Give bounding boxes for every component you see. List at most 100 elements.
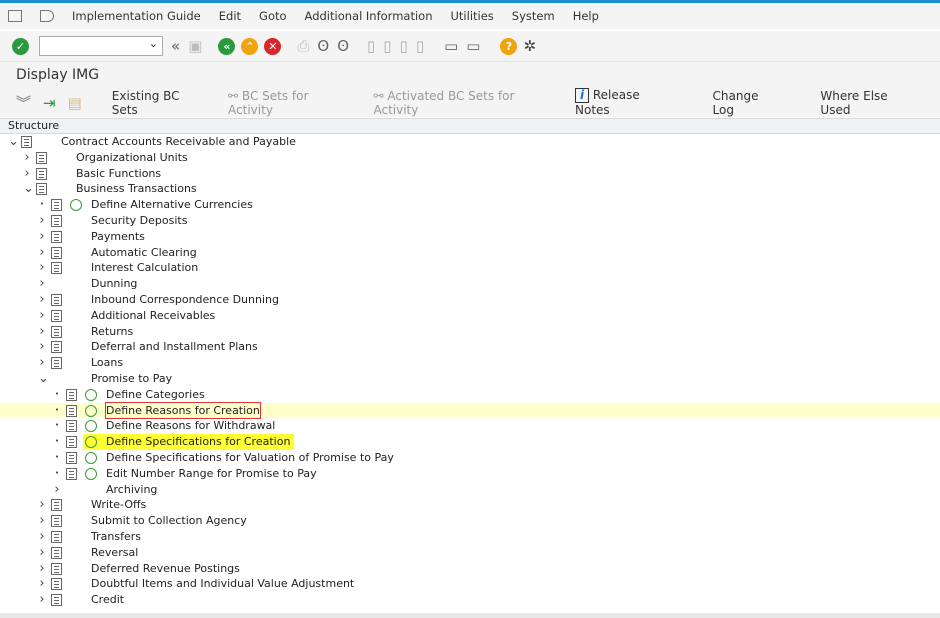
tree-node-label[interactable]: Promise to Pay bbox=[91, 371, 172, 387]
menu-goto[interactable]: Goto bbox=[259, 9, 287, 23]
tree-node-label[interactable]: Loans bbox=[91, 355, 123, 371]
tree-node-label[interactable]: Credit bbox=[91, 592, 124, 608]
execute-activity-clock-icon[interactable] bbox=[85, 467, 97, 480]
tree-node[interactable]: › Loans bbox=[0, 355, 940, 371]
tree-node[interactable]: › Dunning bbox=[0, 276, 940, 292]
tree-node[interactable]: • Define Alternative Currencies bbox=[0, 197, 940, 213]
tree-node[interactable]: › Organizational Units bbox=[0, 150, 940, 166]
tree-node[interactable]: › Basic Functions bbox=[0, 166, 940, 182]
expand-chevron-icon[interactable]: › bbox=[23, 150, 31, 166]
settings-gear-icon[interactable]: ✲ bbox=[523, 37, 536, 55]
menu-edit[interactable]: Edit bbox=[219, 9, 241, 23]
expand-chevron-icon[interactable]: › bbox=[38, 308, 46, 324]
documentation-icon[interactable] bbox=[51, 214, 62, 227]
documentation-icon[interactable] bbox=[51, 499, 62, 512]
menu-implementation-guide[interactable]: Implementation Guide bbox=[72, 9, 201, 23]
tree-node[interactable]: › Inbound Correspondence Dunning bbox=[0, 292, 940, 308]
save-icon[interactable]: ▣ bbox=[188, 37, 202, 55]
tree-node-label[interactable]: Returns bbox=[91, 324, 133, 340]
next-page-icon[interactable]: ▯ bbox=[400, 37, 408, 55]
existing-bc-sets-button[interactable]: Existing BC Sets bbox=[112, 89, 202, 117]
documentation-icon[interactable] bbox=[36, 183, 47, 196]
tree-node-label[interactable]: Edit Number Range for Promise to Pay bbox=[106, 466, 317, 482]
tree-node[interactable]: • Define Reasons for Creation bbox=[0, 401, 940, 420]
tree-node-label[interactable]: Define Categories bbox=[106, 387, 205, 403]
execute-activity-clock-icon[interactable] bbox=[70, 199, 82, 212]
tree-node[interactable]: • Define Specifications for Creation bbox=[0, 434, 940, 450]
documentation-icon[interactable] bbox=[66, 388, 77, 401]
find-icon[interactable]: ʘ bbox=[317, 37, 329, 55]
new-session-icon[interactable]: ▭ bbox=[444, 37, 458, 55]
expand-chevron-icon[interactable]: › bbox=[38, 529, 46, 545]
documentation-icon[interactable] bbox=[51, 246, 62, 259]
tree-node-label[interactable]: Dunning bbox=[91, 276, 137, 292]
expand-chevron-icon[interactable]: › bbox=[38, 213, 46, 229]
tree-node-label[interactable]: Organizational Units bbox=[76, 150, 188, 166]
tree-node-label[interactable]: Interest Calculation bbox=[91, 260, 198, 276]
tree-node[interactable]: ⌄ Contract Accounts Receivable and Payabl… bbox=[0, 134, 940, 150]
expand-chevron-icon[interactable]: › bbox=[38, 324, 46, 340]
expand-chevron-icon[interactable]: › bbox=[23, 166, 31, 182]
documentation-icon[interactable] bbox=[51, 530, 62, 543]
tree-node[interactable]: › Archiving bbox=[0, 482, 940, 498]
tree-node-label[interactable]: Business Transactions bbox=[76, 181, 197, 197]
tree-node-label[interactable]: Deferral and Installment Plans bbox=[91, 339, 258, 355]
tree-node[interactable]: › Write-Offs bbox=[0, 497, 940, 513]
command-field[interactable] bbox=[39, 36, 163, 56]
tree-node[interactable]: › Doubtful Items and Individual Value Adj… bbox=[0, 576, 940, 592]
tree-node[interactable]: › Additional Receivables bbox=[0, 308, 940, 324]
expand-chevron-icon[interactable]: › bbox=[38, 260, 46, 276]
documentation-icon[interactable] bbox=[51, 562, 62, 575]
find-next-icon[interactable]: ʘ bbox=[337, 37, 349, 55]
expand-chevron-icon[interactable]: › bbox=[38, 576, 46, 592]
menu-utilities[interactable]: Utilities bbox=[451, 9, 494, 23]
expand-chevron-icon[interactable]: › bbox=[53, 482, 61, 498]
last-page-icon[interactable]: ▯ bbox=[416, 37, 424, 55]
expand-chevron-icon[interactable]: › bbox=[38, 561, 46, 577]
execute-activity-clock-icon[interactable] bbox=[85, 420, 97, 433]
documentation-icon[interactable] bbox=[66, 467, 77, 480]
tree-node-label[interactable]: Write-Offs bbox=[91, 497, 146, 513]
documentation-icon[interactable] bbox=[51, 546, 62, 559]
documentation-icon[interactable] bbox=[51, 199, 62, 212]
documentation-icon[interactable] bbox=[51, 230, 62, 243]
tree-node-label[interactable]: Contract Accounts Receivable and Payable bbox=[61, 134, 296, 150]
documentation-icon[interactable] bbox=[66, 436, 77, 449]
expand-chevron-icon[interactable]: › bbox=[38, 245, 46, 261]
expand-all-icon[interactable]: ︾ bbox=[16, 92, 31, 113]
expand-chevron-icon[interactable]: › bbox=[38, 355, 46, 371]
menu-help[interactable]: Help bbox=[573, 9, 599, 23]
tree-node[interactable]: • Define Categories bbox=[0, 387, 940, 403]
expand-chevron-icon[interactable]: › bbox=[38, 276, 46, 292]
documentation-icon[interactable] bbox=[36, 151, 47, 164]
tree-node-label[interactable]: Transfers bbox=[91, 529, 141, 545]
tree-node[interactable]: › Returns bbox=[0, 324, 940, 340]
tree-node-label[interactable]: Define Specifications for Valuation of P… bbox=[106, 450, 394, 466]
documentation-icon[interactable] bbox=[51, 325, 62, 338]
tree-node[interactable]: • Edit Number Range for Promise to Pay bbox=[0, 466, 940, 482]
tree-node[interactable]: ⌄ Business Transactions bbox=[0, 181, 940, 197]
collapse-left-icon[interactable]: « bbox=[171, 37, 180, 55]
tree-node[interactable]: › Credit bbox=[0, 592, 940, 608]
documentation-icon[interactable] bbox=[51, 341, 62, 354]
exit-icon[interactable]: ⌃ bbox=[241, 37, 259, 55]
documentation-icon[interactable] bbox=[66, 451, 77, 464]
menu-system[interactable]: System bbox=[512, 9, 555, 23]
documentation-icon[interactable] bbox=[51, 309, 62, 322]
collapse-chevron-icon[interactable]: ⌄ bbox=[38, 371, 49, 387]
change-log-button[interactable]: Change Log bbox=[713, 89, 779, 117]
collapse-chevron-icon[interactable]: ⌄ bbox=[8, 134, 19, 150]
execute-activity-clock-icon[interactable] bbox=[85, 451, 97, 464]
subtree-icon[interactable]: ⇥ bbox=[43, 94, 56, 112]
tree-node-label[interactable]: Submit to Collection Agency bbox=[91, 513, 247, 529]
expand-chevron-icon[interactable]: › bbox=[38, 339, 46, 355]
tree-node[interactable]: • Define Specifications for Valuation of … bbox=[0, 450, 940, 466]
collapse-chevron-icon[interactable]: ⌄ bbox=[23, 181, 34, 197]
print-icon[interactable]: ⎙ bbox=[297, 37, 309, 55]
tree-node[interactable]: › Deferral and Installment Plans bbox=[0, 339, 940, 355]
expand-chevron-icon[interactable]: › bbox=[38, 592, 46, 608]
tree-node-label[interactable]: Reversal bbox=[91, 545, 138, 561]
expand-chevron-icon[interactable]: › bbox=[38, 545, 46, 561]
release-notes-button[interactable]: i Release Notes bbox=[575, 88, 671, 117]
tree-node[interactable]: › Automatic Clearing bbox=[0, 245, 940, 261]
